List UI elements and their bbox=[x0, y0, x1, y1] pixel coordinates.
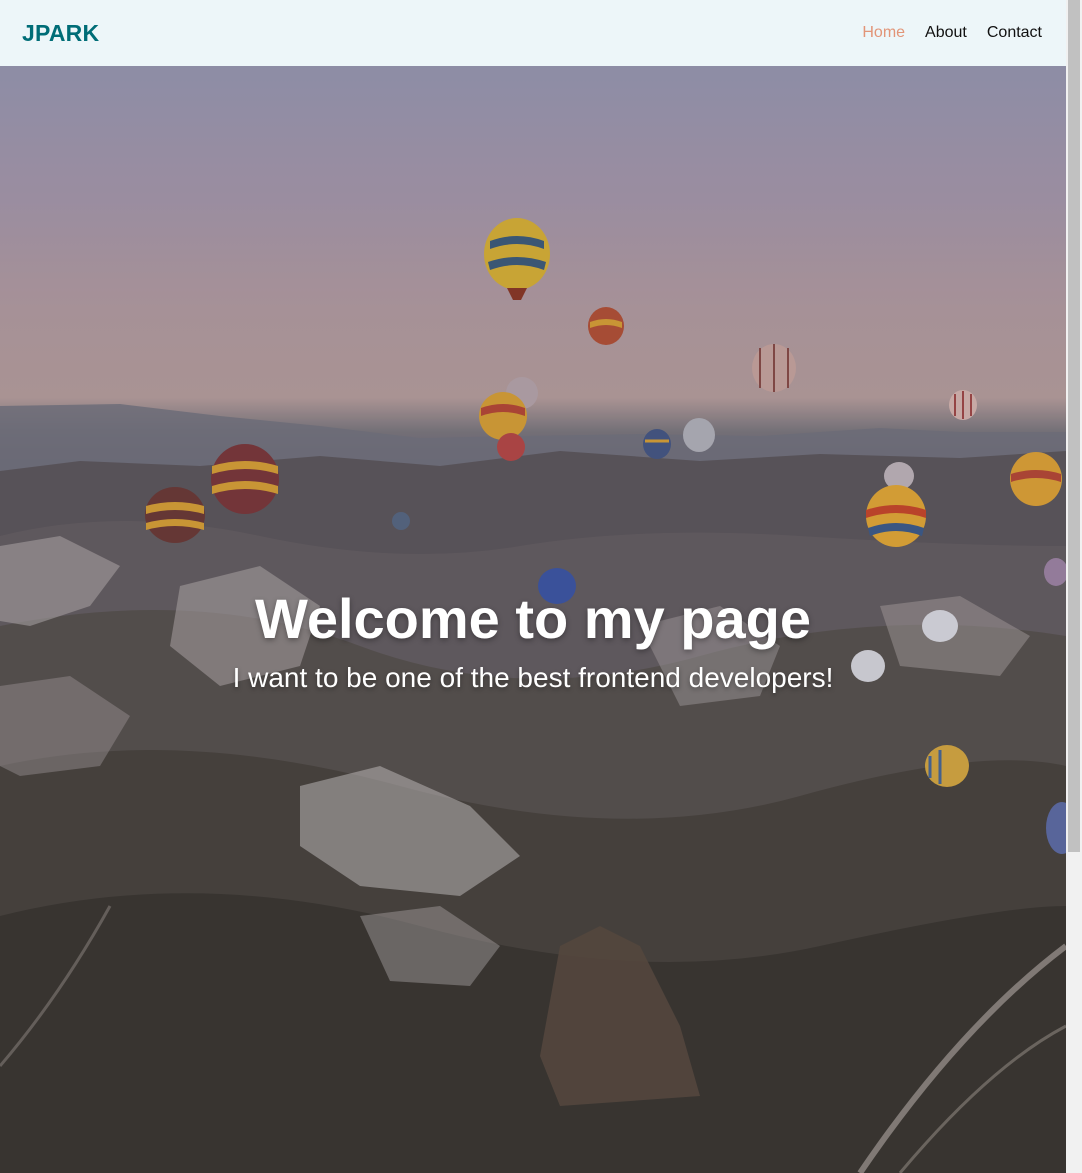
hero-subtitle: I want to be one of the best frontend de… bbox=[232, 662, 834, 693]
logo[interactable]: JPARK bbox=[22, 20, 99, 47]
scrollbar-thumb[interactable] bbox=[1068, 0, 1080, 852]
nav-menu: Home About Contact bbox=[862, 24, 1042, 42]
navbar: JPARK Home About Contact bbox=[0, 0, 1066, 66]
nav-link-about[interactable]: About bbox=[925, 24, 967, 41]
hero-banner: Welcome to my page I want to be one of t… bbox=[0, 66, 1066, 1173]
nav-link-home[interactable]: Home bbox=[862, 24, 905, 41]
hero-title: Welcome to my page bbox=[254, 587, 811, 650]
page-scrollbar[interactable] bbox=[1066, 0, 1082, 1173]
nav-link-contact[interactable]: Contact bbox=[987, 24, 1042, 41]
